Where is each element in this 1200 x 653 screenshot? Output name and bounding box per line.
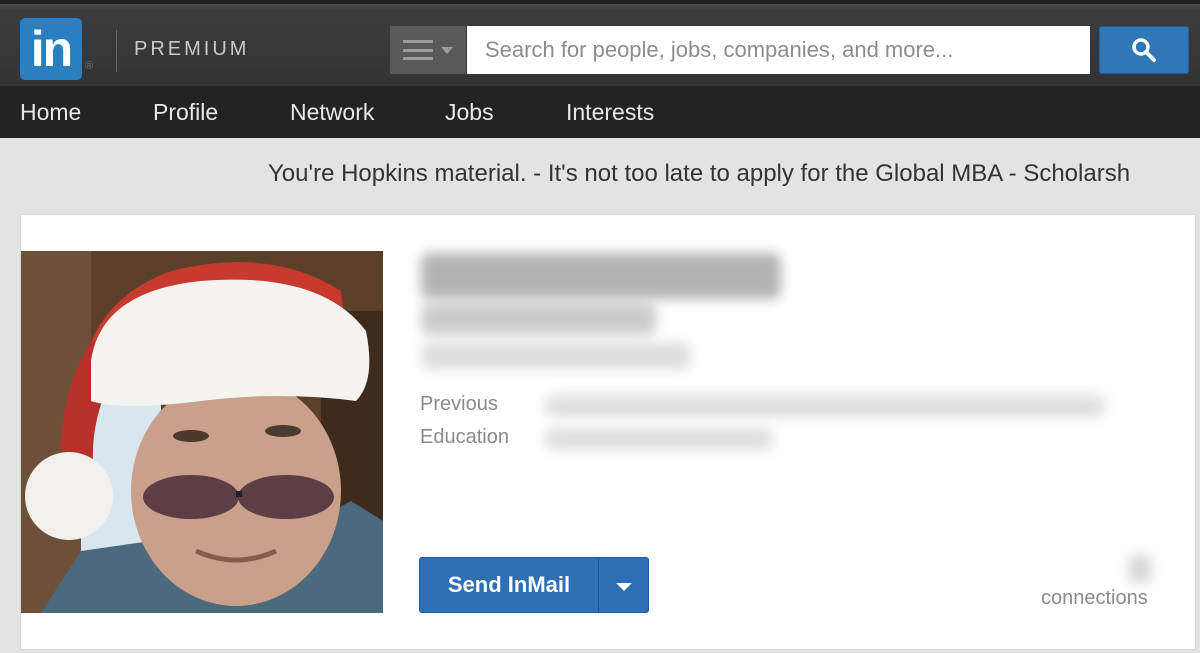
search-button[interactable]	[1099, 26, 1189, 74]
nav-jobs[interactable]: Jobs	[445, 99, 494, 126]
nav-interests[interactable]: Interests	[566, 99, 654, 126]
send-inmail-button[interactable]: Send InMail	[419, 557, 649, 613]
nav-home[interactable]: Home	[20, 99, 81, 126]
brand-divider	[116, 30, 117, 72]
education-value-redacted	[545, 428, 773, 450]
previous-value-redacted	[545, 395, 1105, 417]
previous-label: Previous	[420, 393, 498, 415]
education-label: Education	[420, 426, 509, 448]
chevron-down-icon	[615, 583, 632, 591]
linkedin-logo[interactable]: in	[20, 18, 82, 80]
profile-card: Previous Education Send InMail connectio…	[20, 214, 1196, 650]
top-bar: in ® PREMIUM	[0, 0, 1200, 86]
search-icon	[1132, 38, 1156, 62]
premium-label: PREMIUM	[134, 38, 250, 60]
profile-name-redacted	[421, 253, 781, 299]
send-inmail-label: Send InMail	[447, 572, 571, 597]
search-category-menu[interactable]	[390, 26, 466, 74]
main-nav: Home Profile Network Jobs Interests	[0, 86, 1200, 138]
inmail-dropdown-toggle[interactable]	[599, 558, 648, 612]
profile-headline-redacted	[421, 303, 656, 335]
search-input[interactable]	[467, 26, 1090, 74]
nav-profile[interactable]: Profile	[153, 99, 218, 126]
chevron-down-icon	[441, 46, 453, 54]
menu-icon	[403, 40, 433, 60]
nav-network[interactable]: Network	[290, 99, 374, 126]
connections-count-redacted	[1129, 555, 1151, 583]
profile-photo-image	[21, 251, 383, 613]
profile-photo[interactable]	[21, 251, 383, 613]
profile-location-redacted	[421, 343, 691, 369]
connections-label: connections	[1041, 587, 1148, 609]
registered-mark: ®	[85, 60, 94, 72]
sponsored-ad-link[interactable]: You're Hopkins material. - It's not too …	[268, 160, 1200, 188]
